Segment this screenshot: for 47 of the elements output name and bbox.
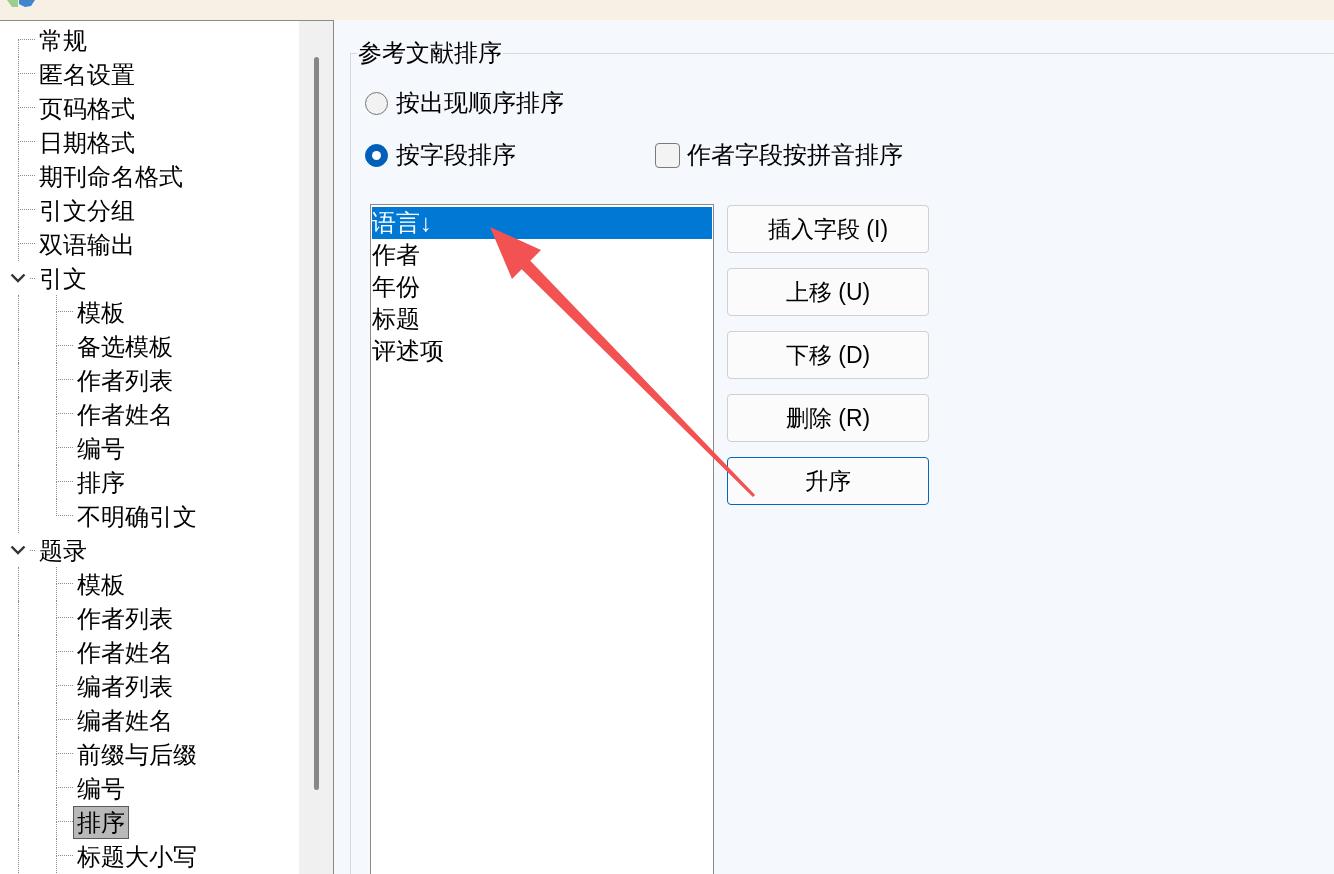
field-list[interactable]: 语言↓ 作者 年份 标题 评述项: [370, 204, 714, 874]
tree-item[interactable]: 题录: [35, 533, 91, 567]
tree-item[interactable]: 备选模板: [73, 329, 177, 363]
tree-item[interactable]: 模板: [73, 295, 129, 329]
chevron-down-icon[interactable]: [10, 545, 26, 555]
tree-item[interactable]: 排序: [73, 805, 129, 839]
list-item[interactable]: 评述项: [372, 335, 712, 367]
tree-item[interactable]: 不明确引文: [73, 499, 201, 533]
tree-item[interactable]: 排序: [73, 465, 129, 499]
dialog-button[interactable]: 下移 (D): [727, 331, 929, 379]
tree-item[interactable]: 引文分组: [35, 193, 139, 227]
list-item[interactable]: 标题: [372, 303, 712, 335]
radio-label: 按字段排序: [396, 140, 516, 170]
tree-item[interactable]: 编者列表: [73, 669, 177, 703]
tree-item[interactable]: 作者列表: [73, 363, 177, 397]
list-item[interactable]: 作者: [372, 239, 712, 271]
tree-item[interactable]: 编号: [73, 771, 129, 805]
tree-item[interactable]: 期刊命名格式: [35, 159, 187, 193]
group-title: 参考文献排序: [357, 40, 503, 66]
scrollbar-thumb[interactable]: [313, 57, 319, 790]
list-item[interactable]: 语言↓: [372, 207, 712, 239]
radio-button[interactable]: [365, 91, 388, 115]
tree-item[interactable]: 引文: [35, 261, 91, 295]
tree-item[interactable]: 前缀与后缀: [73, 737, 201, 771]
tree-item[interactable]: 常规: [35, 23, 91, 57]
tree-item[interactable]: 模板: [73, 567, 129, 601]
radio-button[interactable]: [365, 143, 388, 167]
radio-label: 按出现顺序排序: [396, 88, 564, 118]
chevron-down-icon[interactable]: [10, 273, 26, 283]
tree-item[interactable]: 标题大小写: [73, 839, 201, 873]
tree-item[interactable]: 双语输出: [35, 227, 139, 261]
list-item[interactable]: 年份: [372, 271, 712, 303]
checkbox[interactable]: [655, 142, 680, 168]
dialog-button[interactable]: 上移 (U): [727, 268, 929, 316]
dialog-button[interactable]: 插入字段 (I): [727, 205, 929, 253]
tree-item[interactable]: 日期格式: [35, 125, 139, 159]
tree-item[interactable]: 编者姓名: [73, 703, 177, 737]
tree-item[interactable]: 作者姓名: [73, 397, 177, 431]
tree-item[interactable]: 作者列表: [73, 601, 177, 635]
dialog-button[interactable]: 升序: [727, 457, 929, 505]
checkbox-label: 作者字段按拼音排序: [687, 140, 903, 170]
tree-item[interactable]: 页码格式: [35, 91, 139, 125]
tree-item[interactable]: 作者姓名: [73, 635, 177, 669]
app-icon: [7, 0, 35, 7]
dialog-button[interactable]: 删除 (R): [727, 394, 929, 442]
tree-item[interactable]: 编号: [73, 431, 129, 465]
tree-item[interactable]: 匿名设置: [35, 57, 139, 91]
